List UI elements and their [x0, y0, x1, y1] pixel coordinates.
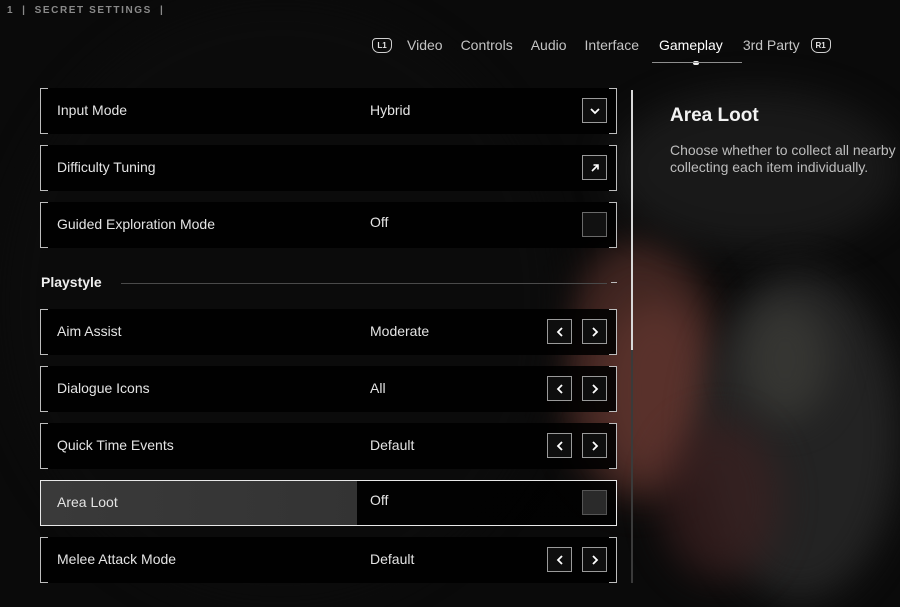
tab-audio[interactable]: Audio	[522, 33, 576, 57]
setting-value: Default	[370, 437, 415, 453]
tab-gameplay[interactable]: Gameplay	[650, 33, 742, 65]
chevron-left-icon	[556, 383, 563, 394]
setting-label: Dialogue Icons	[57, 380, 150, 396]
scrollbar-thumb[interactable]	[631, 90, 633, 350]
setting-row-guided-exploration[interactable]: Guided Exploration Mode Off	[40, 202, 617, 248]
page-number: 1	[7, 5, 15, 16]
setting-label: Area Loot	[57, 494, 118, 510]
toggle-checkbox[interactable]	[582, 212, 607, 237]
chevron-left-icon	[556, 554, 563, 565]
toggle-checkbox[interactable]	[582, 490, 607, 515]
setting-row-input-mode[interactable]: Input Mode Hybrid	[40, 88, 617, 134]
page-title: SECRET SETTINGS	[34, 5, 152, 16]
scrollbar[interactable]	[631, 90, 633, 583]
previous-option-button[interactable]	[547, 319, 572, 344]
chevron-left-icon	[556, 326, 563, 337]
chevron-right-icon	[591, 383, 598, 394]
breadcrumb: 1 | SECRET SETTINGS |	[7, 5, 164, 16]
open-submenu-button[interactable]	[582, 155, 607, 180]
tab-3rd-party[interactable]: 3rd Party	[734, 33, 809, 57]
setting-value: Hybrid	[370, 102, 411, 118]
setting-row-melee-attack-mode[interactable]: Melee Attack Mode Default	[40, 537, 617, 583]
setting-row-difficulty-tuning[interactable]: Difficulty Tuning	[40, 145, 617, 191]
setting-label: Difficulty Tuning	[57, 159, 156, 175]
setting-label: Aim Assist	[57, 323, 122, 339]
setting-row-dialogue-icons[interactable]: Dialogue Icons All	[40, 366, 617, 412]
setting-value: Moderate	[370, 323, 430, 339]
setting-label: Input Mode	[57, 102, 128, 118]
tab-video[interactable]: Video	[398, 33, 452, 57]
description-line: collecting each item individually.	[670, 159, 869, 175]
setting-label: Guided Exploration Mode	[57, 216, 215, 232]
settings-tabs: L1 Video Controls Audio Interface Gamepl…	[372, 33, 831, 65]
r1-button-icon[interactable]: R1	[810, 37, 831, 53]
tab-interface[interactable]: Interface	[576, 33, 648, 57]
tab-controls[interactable]: Controls	[452, 33, 522, 57]
chevron-right-icon	[591, 326, 598, 337]
chevron-down-icon	[589, 107, 600, 114]
divider	[121, 283, 607, 284]
setting-label: Quick Time Events	[57, 437, 174, 453]
setting-value: Default	[370, 551, 415, 567]
setting-row-area-loot[interactable]: Area Loot Off	[40, 480, 617, 526]
chevron-right-icon	[591, 554, 598, 565]
next-option-button[interactable]	[582, 376, 607, 401]
setting-row-aim-assist[interactable]: Aim Assist Moderate	[40, 309, 617, 355]
dropdown-button[interactable]	[582, 98, 607, 123]
next-option-button[interactable]	[582, 319, 607, 344]
breadcrumb-separator: |	[22, 5, 27, 16]
previous-option-button[interactable]	[547, 433, 572, 458]
collapse-indicator	[611, 282, 617, 283]
next-option-button[interactable]	[582, 547, 607, 572]
l1-button-icon[interactable]: L1	[372, 37, 392, 53]
description-line: Choose whether to collect all nearby	[670, 142, 896, 158]
setting-row-quick-time-events[interactable]: Quick Time Events Default	[40, 423, 617, 469]
chevron-right-icon	[591, 440, 598, 451]
section-header-playstyle: Playstyle	[41, 274, 617, 292]
section-title: Playstyle	[41, 274, 102, 290]
previous-option-button[interactable]	[547, 547, 572, 572]
setting-value: Off	[370, 214, 389, 230]
external-link-icon	[590, 163, 599, 172]
setting-value: Off	[370, 492, 389, 508]
previous-option-button[interactable]	[547, 376, 572, 401]
setting-value: All	[370, 380, 386, 396]
description-title: Area Loot	[670, 105, 759, 126]
breadcrumb-separator: |	[159, 5, 165, 16]
description-text: Choose whether to collect all nearby col…	[670, 142, 900, 176]
setting-label: Melee Attack Mode	[57, 551, 177, 567]
chevron-left-icon	[556, 440, 563, 451]
next-option-button[interactable]	[582, 433, 607, 458]
